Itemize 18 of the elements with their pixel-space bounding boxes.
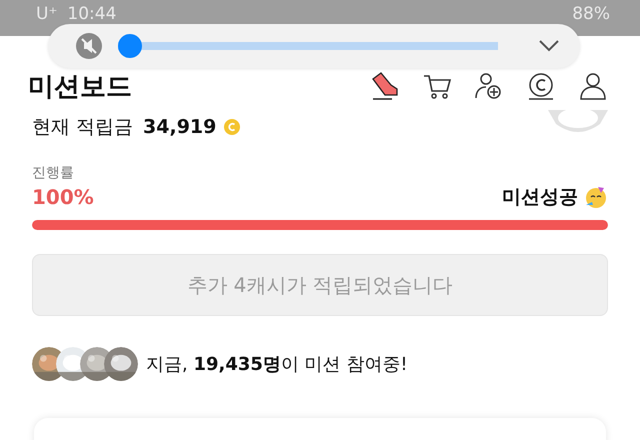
carrier-label: U⁺	[36, 4, 58, 24]
coin-icon	[224, 119, 240, 135]
participants-text: 지금, 19,435명이 미션 참여중!	[146, 353, 408, 376]
progress-percent: 100%	[32, 185, 95, 209]
notice-button[interactable]: 추가 4캐시가 적립되었습니다	[32, 254, 608, 316]
balance-amount: 34,919	[143, 116, 216, 138]
balance-label: 현재 적립금	[32, 115, 134, 140]
page-title: 미션보드	[28, 70, 133, 104]
muted-speaker-icon[interactable]	[76, 33, 102, 59]
coin-icon[interactable]	[526, 71, 556, 101]
mission-status: 미션성공	[502, 185, 578, 210]
chevron-down-icon[interactable]	[538, 39, 560, 53]
user-icon[interactable]	[578, 71, 608, 101]
party-face-icon	[584, 185, 608, 209]
clock: 10:44	[67, 4, 116, 24]
progress-label: 진행률	[31, 164, 75, 182]
battery-level: 88%	[572, 4, 610, 24]
slider-thumb[interactable]	[118, 34, 142, 58]
